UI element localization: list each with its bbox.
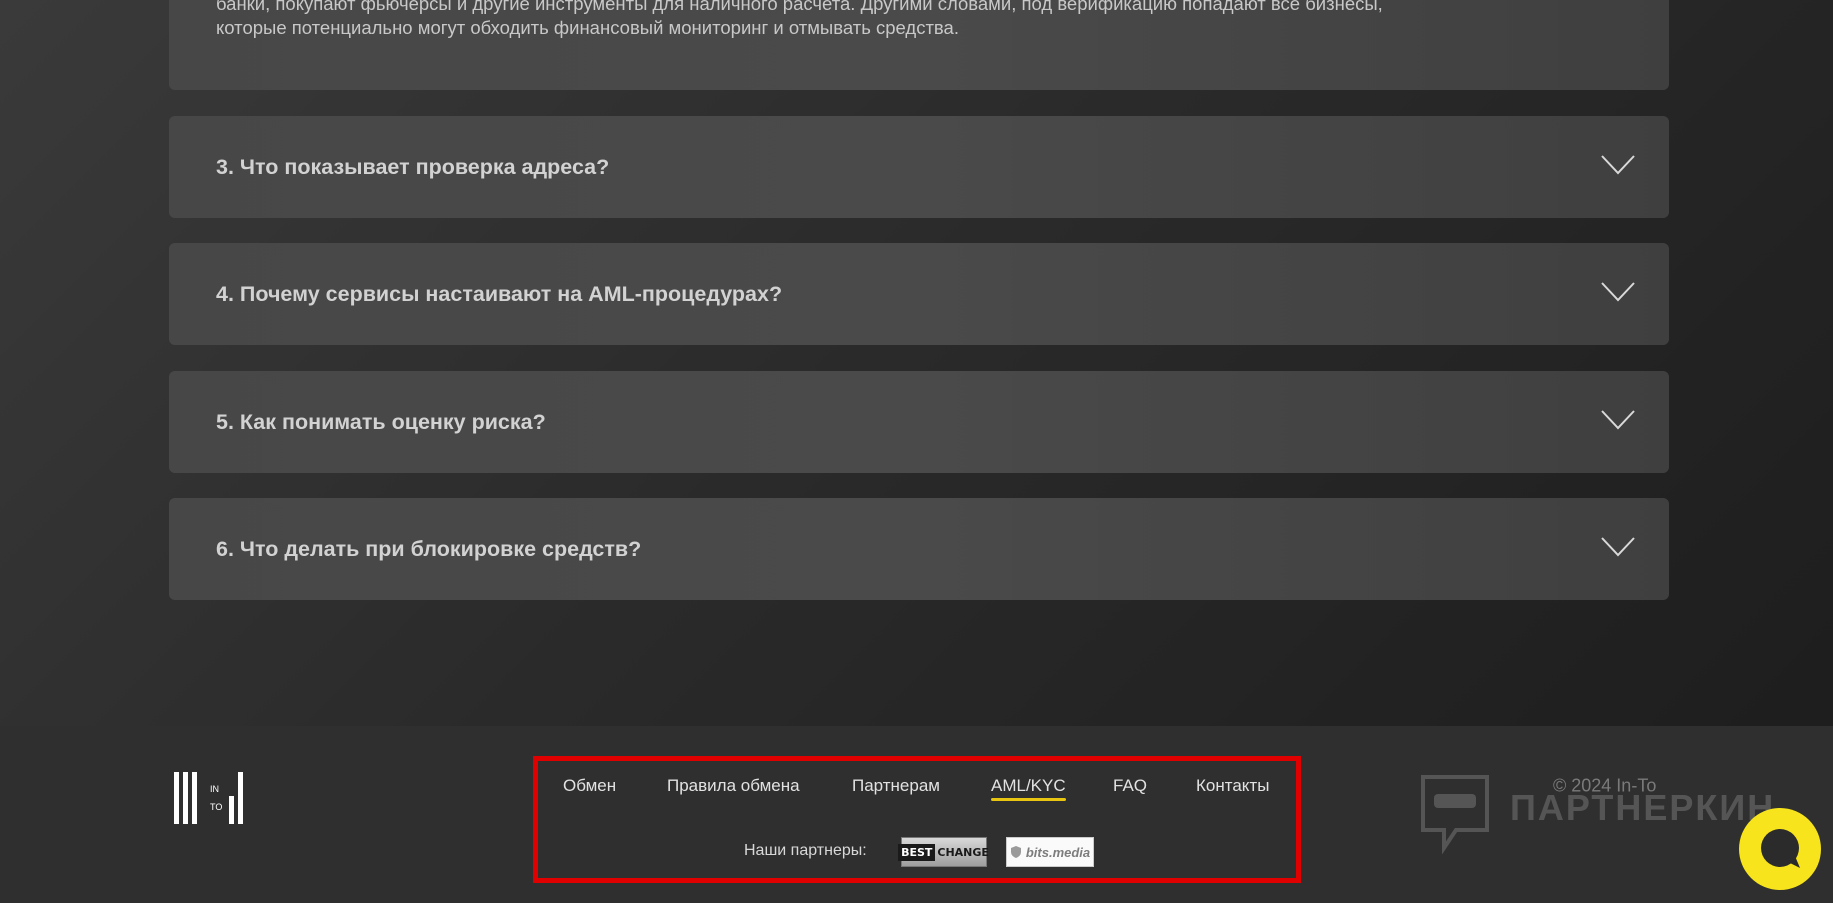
- faq-question: 4. Почему сервисы настаивают на AML-проц…: [216, 282, 783, 306]
- faq-item-open: банки, покупают фьючерсы и другие инстру…: [169, 0, 1669, 90]
- faq-question: 3. Что показывает проверка адреса?: [216, 155, 610, 179]
- faq-answer-line: банки, покупают фьючерсы и другие инстру…: [216, 0, 1383, 14]
- chevron-down-icon[interactable]: [1601, 154, 1635, 176]
- faq-answer: банки, покупают фьючерсы и другие инстру…: [216, 0, 1566, 39]
- highlight-box: [533, 756, 1301, 883]
- chat-button[interactable]: [1739, 808, 1821, 890]
- site-footer: IN TO Обмен Правила обмена Партнерам AML…: [0, 726, 1833, 903]
- chat-mask-icon: [1421, 775, 1489, 855]
- chevron-down-icon[interactable]: [1601, 536, 1635, 558]
- faq-question: 6. Что делать при блокировке средств?: [216, 537, 642, 561]
- copyright: © 2024 In-To: [1553, 775, 1657, 796]
- chat-bubble-icon: [1761, 829, 1800, 868]
- chevron-down-icon[interactable]: [1601, 281, 1635, 303]
- chevron-down-icon[interactable]: [1601, 409, 1635, 431]
- logo-text-bottom: TO: [210, 802, 222, 812]
- faq-item-3[interactable]: 3. Что показывает проверка адреса?: [169, 116, 1669, 218]
- faq-item-5[interactable]: 5. Как понимать оценку риска?: [169, 371, 1669, 473]
- faq-item-4[interactable]: 4. Почему сервисы настаивают на AML-проц…: [169, 243, 1669, 345]
- faq-item-6[interactable]: 6. Что делать при блокировке средств?: [169, 498, 1669, 600]
- faq-question: 5. Как понимать оценку риска?: [216, 410, 546, 434]
- faq-answer-line: которые потенциально могут обходить фина…: [216, 16, 959, 38]
